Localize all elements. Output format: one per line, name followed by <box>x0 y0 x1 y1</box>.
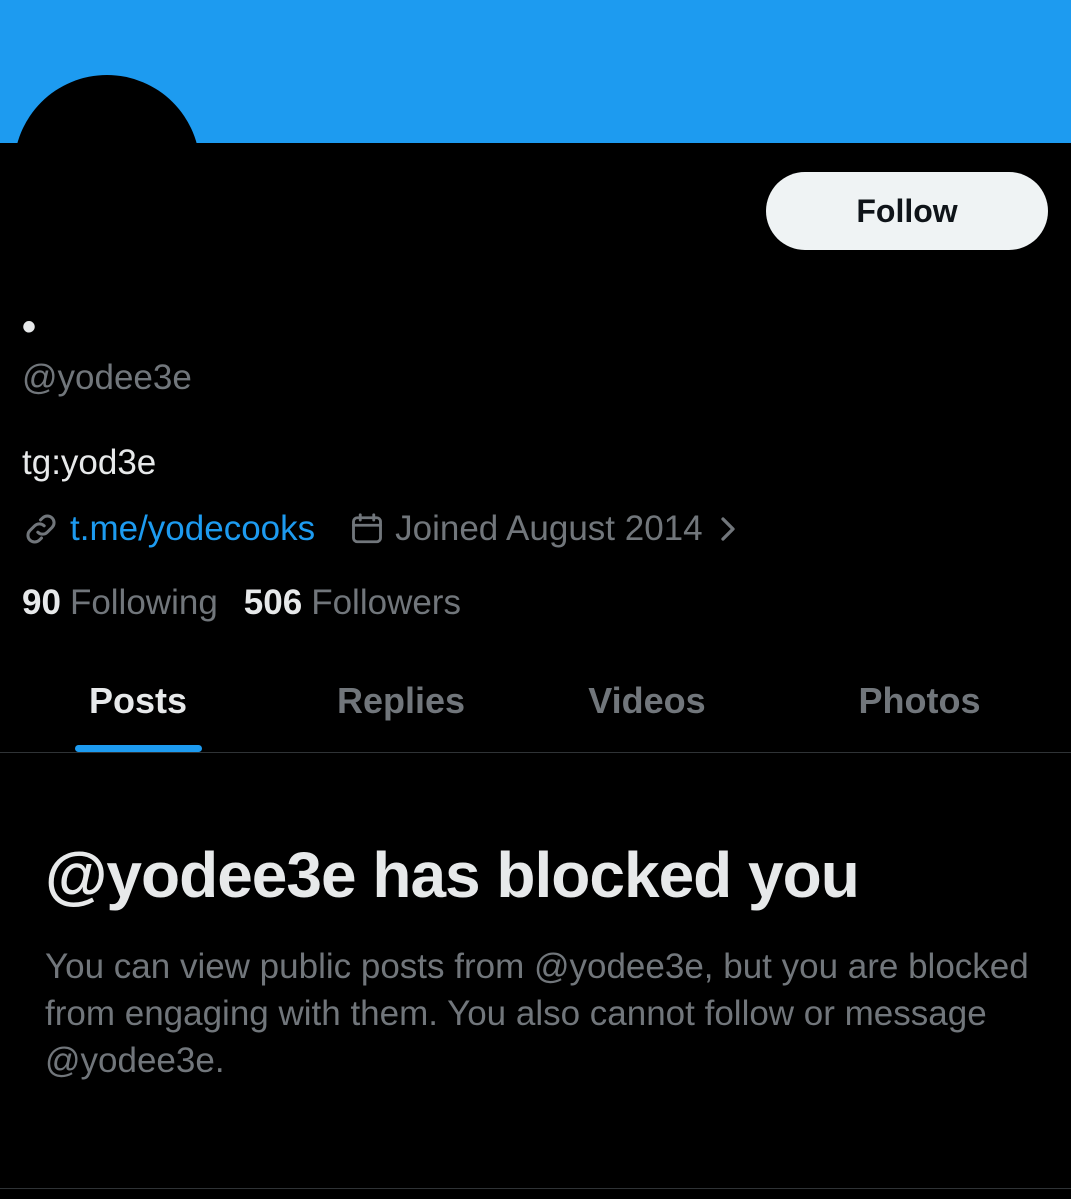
joined-date[interactable]: Joined August 2014 <box>349 509 738 549</box>
following-label: Following <box>69 583 218 622</box>
followers-label: Followers <box>311 583 461 622</box>
calendar-icon <box>349 511 385 547</box>
followers-stat[interactable]: 506 Followers <box>244 583 461 623</box>
display-name: • <box>22 305 37 349</box>
tab-replies[interactable]: Replies <box>276 650 526 752</box>
profile-bio: tg:yod3e <box>22 443 157 482</box>
profile-tabs: Posts Replies Videos Photos <box>0 650 1071 753</box>
profile-stats: 90 Following 506 Followers <box>22 580 461 626</box>
tab-photos[interactable]: Photos <box>768 650 1071 752</box>
profile-link[interactable]: t.me/yodecooks <box>70 509 315 549</box>
tab-videos[interactable]: Videos <box>526 650 768 752</box>
joined-date-label: Joined August 2014 <box>395 509 703 548</box>
profile-avatar[interactable] <box>14 75 200 261</box>
following-count: 90 <box>22 583 61 622</box>
link-icon <box>22 510 60 548</box>
blocked-title: @yodee3e has blocked you <box>45 839 860 911</box>
chevron-right-icon <box>717 514 739 544</box>
active-tab-indicator <box>75 745 202 752</box>
profile-handle: @yodee3e <box>22 358 192 397</box>
blocked-description: You can view public posts from @yodee3e,… <box>45 947 1029 1080</box>
tab-posts[interactable]: Posts <box>0 650 276 752</box>
followers-count: 506 <box>243 583 303 622</box>
follow-button[interactable]: Follow <box>766 172 1048 250</box>
following-stat[interactable]: 90 Following <box>22 583 218 623</box>
profile-meta-row: t.me/yodecooks Joined August 2014 <box>22 506 739 552</box>
bottom-divider <box>0 1188 1071 1189</box>
